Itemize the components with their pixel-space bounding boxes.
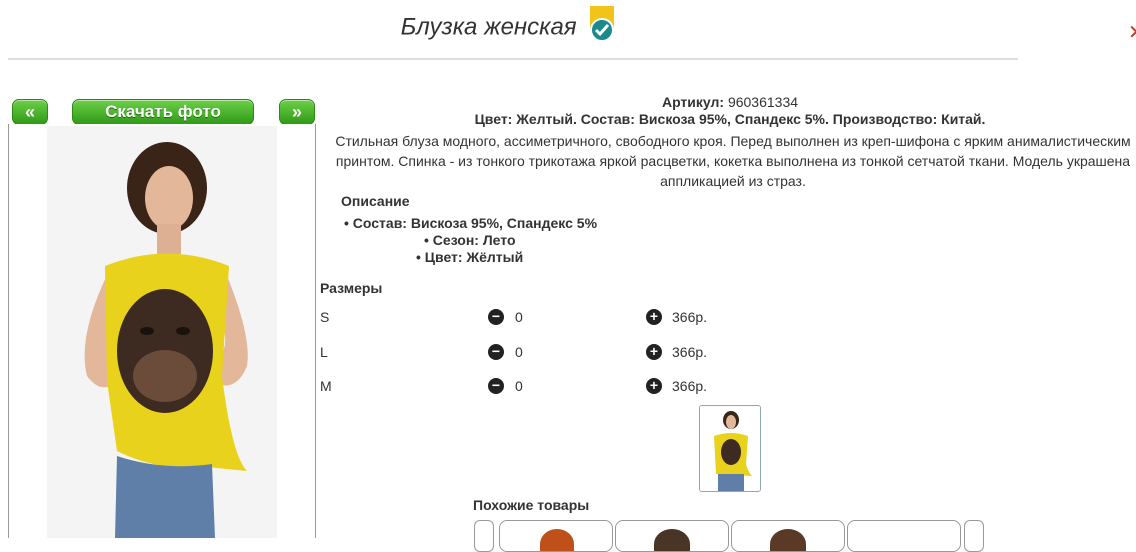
- description-bullet: Сезон: Лето: [424, 232, 516, 248]
- similar-prev-button[interactable]: [474, 520, 494, 552]
- increase-qty-button[interactable]: +: [646, 378, 662, 394]
- close-icon[interactable]: ✕: [1128, 20, 1136, 45]
- similar-item[interactable]: [615, 520, 729, 552]
- title-divider: [8, 58, 1018, 60]
- size-price: 366р.: [672, 344, 708, 360]
- prev-photo-button[interactable]: «: [12, 99, 48, 125]
- increase-qty-button[interactable]: +: [646, 309, 662, 325]
- product-photo[interactable]: [47, 126, 277, 538]
- decrease-qty-button[interactable]: −: [488, 378, 504, 394]
- product-description: Стильная блуза модного, ассиметричного, …: [335, 133, 1131, 189]
- similar-next-button[interactable]: [964, 520, 984, 552]
- verified-badge-icon: [589, 6, 615, 42]
- size-name: L: [320, 344, 328, 360]
- decrease-qty-button[interactable]: −: [488, 344, 504, 360]
- next-photo-button[interactable]: »: [279, 99, 315, 125]
- size-qty: 0: [515, 378, 523, 394]
- product-photo-frame: [8, 124, 316, 538]
- description-bullet: Состав: Вискоза 95%, Спандекс 5%: [344, 215, 597, 231]
- photo-thumbnail[interactable]: [699, 405, 761, 492]
- description-heading: Описание: [341, 193, 410, 209]
- size-name: M: [320, 378, 332, 394]
- decrease-qty-button[interactable]: −: [488, 309, 504, 325]
- download-photo-button[interactable]: Скачать фото: [72, 99, 254, 125]
- similar-item[interactable]: [499, 520, 613, 552]
- similar-item[interactable]: [731, 520, 845, 552]
- similar-item[interactable]: [847, 520, 961, 552]
- similar-heading: Похожие товары: [473, 497, 590, 513]
- article-label: Артикул:: [661, 94, 725, 110]
- increase-qty-button[interactable]: +: [646, 344, 662, 360]
- size-name: S: [320, 309, 330, 325]
- size-price: 366р.: [672, 309, 708, 325]
- article-value: 960361334: [727, 94, 799, 110]
- size-qty: 0: [515, 309, 523, 325]
- size-price: 366р.: [672, 378, 708, 394]
- sizes-heading: Размеры: [320, 280, 383, 296]
- product-summary: Цвет: Желтый. Состав: Вискоза 95%, Спанд…: [474, 111, 986, 127]
- product-info: Артикул: 960361334 Цвет: Желтый. Состав:…: [320, 94, 1136, 191]
- size-qty: 0: [515, 344, 523, 360]
- page-title-text: Блузка женская: [400, 13, 577, 41]
- description-bullet: Цвет: Жёлтый: [416, 249, 523, 265]
- article-line: Артикул: 960361334: [320, 94, 1136, 111]
- page-title: Блузка женская: [0, 6, 1016, 46]
